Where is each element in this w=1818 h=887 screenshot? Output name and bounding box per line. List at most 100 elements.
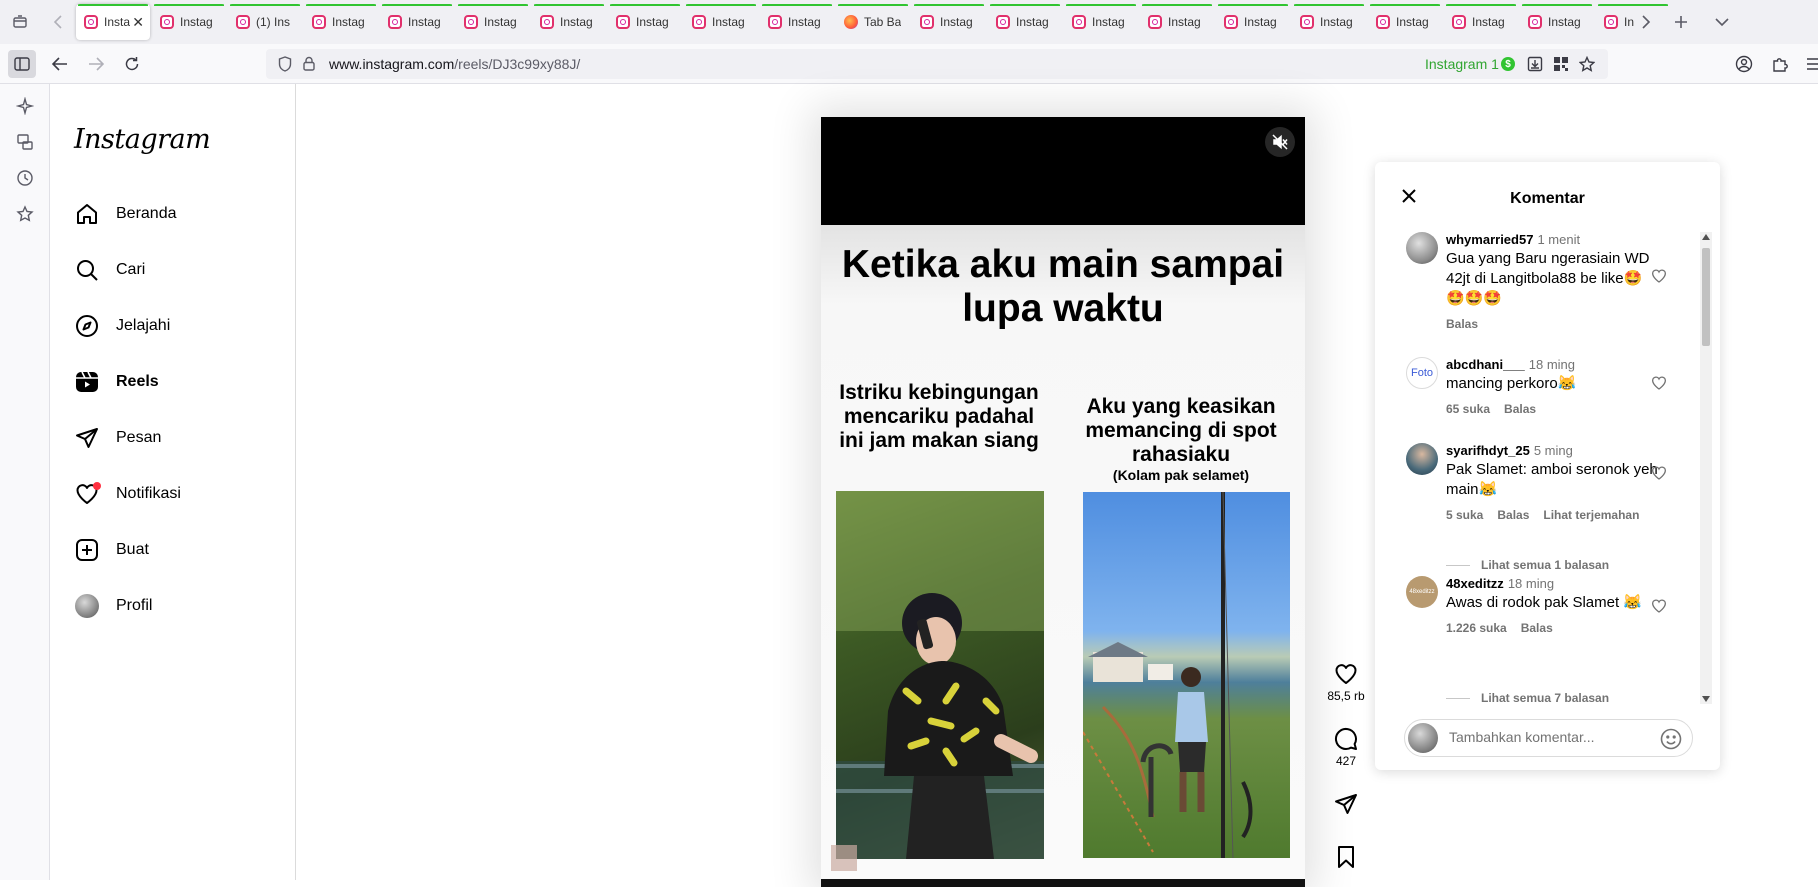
reload-icon[interactable] xyxy=(118,50,146,78)
nav-item-buat[interactable]: Buat xyxy=(74,530,149,570)
reply-button[interactable]: Balas xyxy=(1446,317,1478,331)
browser-tab[interactable]: Instag xyxy=(608,4,682,40)
browser-tab[interactable]: Instag xyxy=(760,4,834,40)
scroll-down-icon[interactable] xyxy=(1702,696,1710,702)
browser-tab[interactable]: Instag xyxy=(1368,4,1442,40)
nav-item-notifikasi[interactable]: Notifikasi xyxy=(74,474,181,514)
synced-tabs-icon[interactable] xyxy=(15,132,35,152)
tab-title: Instag xyxy=(1320,15,1353,29)
url-text[interactable]: www.instagram.com/reels/DJ3c99xy88J/ xyxy=(329,56,580,72)
like-count-text[interactable]: 65 suka xyxy=(1446,402,1490,416)
instagram-icon xyxy=(160,15,174,29)
reply-button[interactable]: Balas xyxy=(1521,621,1553,635)
reel-video[interactable]: Ketika aku main sampai lupa waktu Istrik… xyxy=(821,117,1305,887)
scroll-up-icon[interactable] xyxy=(1702,234,1710,240)
comment-username[interactable]: 48xeditzz xyxy=(1446,576,1504,591)
save-action[interactable] xyxy=(1321,845,1371,869)
comment-username[interactable]: abcdhani___ xyxy=(1446,357,1525,372)
comment-like-heart-icon[interactable] xyxy=(1651,375,1667,391)
mute-button[interactable] xyxy=(1265,127,1295,157)
comments-scrollbar[interactable] xyxy=(1700,232,1712,704)
sidebar-toggle-icon[interactable] xyxy=(8,50,36,78)
tab-title: (1) Ins xyxy=(256,15,291,29)
comment-username[interactable]: syarifhdyt_25 xyxy=(1446,443,1530,458)
browser-tab[interactable]: Instag xyxy=(532,4,606,40)
url-bar[interactable]: www.instagram.com/reels/DJ3c99xy88J/ Ins… xyxy=(266,49,1608,79)
see-translation-link[interactable]: Lihat terjemahan xyxy=(1543,508,1639,522)
account-icon[interactable] xyxy=(1730,50,1758,78)
share-action[interactable] xyxy=(1321,792,1371,816)
list-all-tabs-icon[interactable] xyxy=(1708,8,1736,36)
browser-tab[interactable]: Instag xyxy=(988,4,1062,40)
download-page-icon[interactable] xyxy=(1527,56,1543,72)
like-action[interactable]: 85,5 rb xyxy=(1321,662,1371,703)
comment-avatar[interactable] xyxy=(1406,443,1438,475)
view-replies-link[interactable]: Lihat semua 1 balasan xyxy=(1446,558,1609,572)
nav-item-cari[interactable]: Cari xyxy=(74,250,145,290)
like-count-text[interactable]: 5 suka xyxy=(1446,508,1483,522)
new-tab-icon[interactable] xyxy=(1667,8,1695,36)
bookmark-star-icon[interactable] xyxy=(1579,56,1595,72)
browser-tab[interactable]: Instag xyxy=(304,4,378,40)
forward-icon[interactable] xyxy=(82,50,110,78)
scrollbar-thumb[interactable] xyxy=(1702,248,1710,346)
instagram-logo[interactable]: Instagram xyxy=(74,124,211,155)
reply-button[interactable]: Balas xyxy=(1504,402,1536,416)
view-replies-link[interactable]: Lihat semua 7 balasan xyxy=(1446,691,1609,704)
browser-tab[interactable]: Insta ✕ xyxy=(76,4,150,40)
comment-action[interactable]: 427 xyxy=(1321,727,1371,768)
search-icon xyxy=(74,257,100,283)
reply-button[interactable]: Balas xyxy=(1497,508,1529,522)
ai-chatbot-icon[interactable] xyxy=(15,96,35,116)
browser-tab[interactable]: Instag xyxy=(456,4,530,40)
comment-input[interactable] xyxy=(1449,729,1649,745)
instagram-icon xyxy=(1072,15,1086,29)
comment-like-heart-icon[interactable] xyxy=(1651,465,1667,481)
tracking-protection-icon[interactable] xyxy=(278,56,292,72)
tab-title: Instag xyxy=(484,15,517,29)
history-icon[interactable] xyxy=(15,168,35,188)
extensions-icon[interactable] xyxy=(1766,50,1794,78)
comment-username[interactable]: whymarried57 xyxy=(1446,232,1533,247)
nav-item-beranda[interactable]: Beranda xyxy=(74,194,177,234)
comment-like-heart-icon[interactable] xyxy=(1651,268,1667,284)
app-menu-icon[interactable] xyxy=(1800,50,1818,78)
browser-tab[interactable]: Instag xyxy=(380,4,454,40)
like-count-text[interactable]: 1.226 suka xyxy=(1446,621,1507,635)
qr-code-icon[interactable] xyxy=(1553,56,1569,72)
nav-item-jelajahi[interactable]: Jelajahi xyxy=(74,306,170,346)
back-icon[interactable] xyxy=(46,50,74,78)
browser-tab[interactable]: Instag xyxy=(152,4,226,40)
browser-tab[interactable]: Instag xyxy=(1292,4,1366,40)
instagram-icon xyxy=(1604,15,1618,29)
comment-avatar[interactable]: 48xeditzz xyxy=(1406,576,1438,608)
tabs-scroll-right-icon[interactable] xyxy=(1632,8,1660,36)
nav-item-pesan[interactable]: Pesan xyxy=(74,418,161,458)
browser-tab[interactable]: Tab Ba xyxy=(836,4,910,40)
tab-overview-icon[interactable] xyxy=(6,8,34,36)
comments-list[interactable]: whymarried57 1 menit Gua yang Baru ngeras… xyxy=(1375,232,1720,704)
browser-tab[interactable]: Instag xyxy=(1140,4,1214,40)
comment-icon xyxy=(1334,727,1357,750)
comment-avatar[interactable] xyxy=(1406,232,1438,264)
browser-tab[interactable]: Instag xyxy=(1216,4,1290,40)
close-tab-icon[interactable]: ✕ xyxy=(132,14,144,31)
extension-badge: $ xyxy=(1501,57,1515,71)
browser-tab[interactable]: Instag xyxy=(1064,4,1138,40)
browser-tab[interactable]: Instag xyxy=(1520,4,1594,40)
comment-avatar[interactable]: Foto xyxy=(1406,357,1438,389)
tab-title: Instag xyxy=(1016,15,1049,29)
extension-label[interactable]: Instagram 1 xyxy=(1425,56,1499,72)
browser-tab[interactable]: Instag xyxy=(684,4,758,40)
emoji-icon[interactable] xyxy=(1660,728,1682,750)
comment-like-heart-icon[interactable] xyxy=(1651,598,1667,614)
browser-tab[interactable]: Instag xyxy=(912,4,986,40)
browser-tab[interactable]: (1) Ins xyxy=(228,4,302,40)
bookmarks-icon[interactable] xyxy=(15,204,35,224)
nav-item-profil[interactable]: Profil xyxy=(74,586,152,626)
lock-icon[interactable] xyxy=(303,56,315,71)
comment-text: Gua yang Baru ngerasiain WD 42jt di Lang… xyxy=(1446,250,1650,307)
tabs-scroll-left-icon[interactable] xyxy=(44,8,72,36)
browser-tab[interactable]: Instag xyxy=(1444,4,1518,40)
nav-item-reels[interactable]: Reels xyxy=(74,362,159,402)
